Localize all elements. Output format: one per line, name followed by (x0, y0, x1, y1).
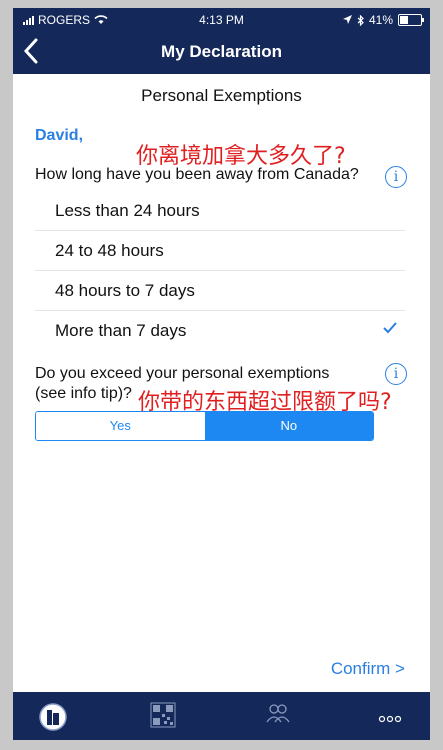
option-label: 24 to 48 hours (55, 241, 164, 260)
info-icon-duration[interactable]: i (385, 166, 407, 188)
checkmark-icon (383, 319, 397, 339)
back-button[interactable] (23, 38, 51, 66)
battery-fill (400, 16, 408, 24)
chevron-left-icon (23, 38, 38, 64)
qr-code-icon (150, 702, 176, 733)
top-bar: ROGERS 4:13 PM 41% My Declaration (13, 8, 430, 74)
location-icon (342, 15, 352, 24)
yes-segment[interactable]: Yes (36, 412, 205, 440)
option-label: 48 hours to 7 days (55, 281, 195, 300)
option-more-7-days[interactable]: More than 7 days (35, 310, 405, 350)
page-title: My Declaration (161, 42, 282, 61)
option-48-hours-7-days[interactable]: 48 hours to 7 days (35, 270, 405, 311)
option-label: Less than 24 hours (55, 201, 200, 220)
greeting: David, (35, 127, 84, 144)
phone-frame: ROGERS 4:13 PM 41% My Declaration Person… (0, 0, 443, 750)
tab-declaration[interactable] (13, 692, 93, 740)
exemption-segmented-control: Yes No (35, 411, 374, 441)
option-less-24-hours[interactable]: Less than 24 hours (35, 190, 405, 231)
status-bar: ROGERS 4:13 PM 41% (13, 8, 430, 30)
question-exemptions-line1: Do you exceed your personal exemptions (35, 365, 330, 382)
building-icon (38, 702, 68, 737)
no-segment[interactable]: No (204, 412, 373, 440)
tab-qr-code[interactable] (123, 692, 203, 740)
battery-icon (398, 14, 424, 26)
section-title: Personal Exemptions (141, 86, 302, 105)
tab-travellers[interactable] (238, 692, 318, 740)
more-icon (378, 710, 402, 728)
nav-bar: My Declaration (13, 32, 430, 72)
confirm-button[interactable]: Confirm > (331, 659, 405, 679)
info-icon-exemptions[interactable]: i (385, 363, 407, 385)
option-label: More than 7 days (55, 321, 187, 340)
status-right: 41% (342, 13, 424, 27)
tab-more[interactable] (350, 692, 430, 740)
tab-bar (13, 692, 430, 740)
bluetooth-icon (357, 14, 364, 26)
option-24-48-hours[interactable]: 24 to 48 hours (35, 230, 405, 271)
people-icon (265, 702, 291, 729)
app-screen: ROGERS 4:13 PM 41% My Declaration Person… (13, 8, 430, 740)
question-away-duration: How long have you been away from Canada? (35, 166, 359, 183)
battery-percent: 41% (368, 13, 393, 27)
